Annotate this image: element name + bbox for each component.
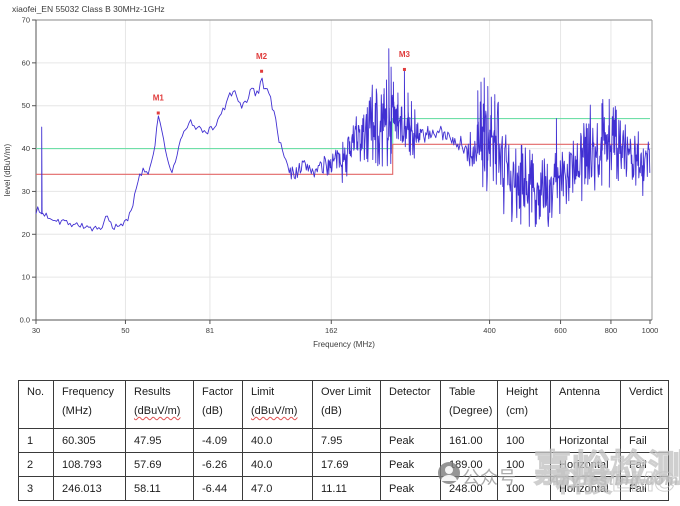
table-cell: Fail (621, 429, 669, 453)
table-cell: 58.11 (126, 477, 194, 501)
x-tick-label: 800 (605, 326, 618, 335)
x-tick-label: 162 (325, 326, 338, 335)
table-cell: 47.0 (243, 477, 313, 501)
x-axis-label: Frequency (MHz) (313, 340, 375, 349)
marker-label-M2: M2 (256, 52, 268, 61)
table-cell: Horizontal (551, 477, 621, 501)
y-tick-label: 0.0 (20, 316, 30, 325)
header-frequency: Frequency(MHz) (54, 381, 126, 429)
table-cell: 40.0 (243, 453, 313, 477)
table-cell: 248.00 (441, 477, 498, 501)
table-cell: 100 (498, 453, 551, 477)
table-cell: 189.00 (441, 453, 498, 477)
chart-title: xiaofei_EN 55032 Class B 30MHz-1GHz (12, 4, 165, 14)
y-axis-label: level (dBuV/m) (3, 143, 12, 196)
marker-dot-M2 (260, 70, 263, 73)
table-cell: Peak (381, 477, 441, 501)
table-cell: 1 (19, 429, 54, 453)
x-tick-label: 50 (121, 326, 129, 335)
y-tick-label: 50 (22, 101, 30, 110)
table-cell: 60.305 (54, 429, 126, 453)
table-cell: -6.44 (194, 477, 243, 501)
table-cell: 17.69 (313, 453, 381, 477)
header-detector: Detector (381, 381, 441, 429)
header-limit: Limit(dBuV/m) (243, 381, 313, 429)
header-verdict: Verdict (621, 381, 669, 429)
header-factor: Factor(dB) (194, 381, 243, 429)
table-cell: 246.013 (54, 477, 126, 501)
y-tick-label: 40 (22, 144, 30, 153)
y-tick-label: 70 (22, 16, 30, 25)
y-tick-label: 60 (22, 58, 30, 67)
header-height: Height(cm) (498, 381, 551, 429)
results-table: No. Frequency(MHz)Results(dBuV/m)Factor(… (18, 380, 669, 501)
y-tick-label: 30 (22, 187, 30, 196)
x-tick-label: 600 (554, 326, 567, 335)
marker-dot-M3 (403, 68, 406, 71)
table-cell: -4.09 (194, 429, 243, 453)
y-tick-label: 20 (22, 230, 30, 239)
x-tick-label: 81 (206, 326, 214, 335)
table-cell: 2 (19, 453, 54, 477)
table-cell: -6.26 (194, 453, 243, 477)
table-cell: Fail (621, 477, 669, 501)
results-table-header: No. Frequency(MHz)Results(dBuV/m)Factor(… (19, 381, 669, 429)
header-antenna: Antenna (551, 381, 621, 429)
header-no: No. (19, 381, 54, 429)
emi-spectrum-chart: 706050403020100.03050811624006008001000F… (0, 0, 680, 362)
header-over-limit: Over Limit(dB) (313, 381, 381, 429)
table-cell: 11.11 (313, 477, 381, 501)
table-cell: 7.95 (313, 429, 381, 453)
table-cell: Peak (381, 429, 441, 453)
header-results: Results(dBuV/m) (126, 381, 194, 429)
table-cell: 161.00 (441, 429, 498, 453)
table-cell: 100 (498, 477, 551, 501)
table-cell: 3 (19, 477, 54, 501)
y-tick-label: 10 (22, 273, 30, 282)
header-table: Table(Degree) (441, 381, 498, 429)
table-row: 2108.79357.69-6.2640.017.69Peak189.00100… (19, 453, 669, 477)
marker-dot-M1 (157, 112, 160, 115)
table-cell: 100 (498, 429, 551, 453)
table-cell: Horizontal (551, 453, 621, 477)
table-row: 160.30547.95-4.0940.07.95Peak161.00100Ho… (19, 429, 669, 453)
emc-test-report: xiaofei_EN 55032 Class B 30MHz-1GHz 70 60… (0, 0, 680, 506)
table-cell: Peak (381, 453, 441, 477)
marker-label-M1: M1 (153, 94, 165, 103)
marker-label-M3: M3 (399, 50, 411, 59)
x-tick-label: 1000 (642, 326, 659, 335)
table-cell: Horizontal (551, 429, 621, 453)
table-cell: 57.69 (126, 453, 194, 477)
spectrum-trace (36, 49, 650, 231)
x-tick-label: 400 (483, 326, 496, 335)
table-cell: 47.95 (126, 429, 194, 453)
x-tick-label: 30 (32, 326, 40, 335)
table-row: 3246.01358.11-6.4447.011.11Peak248.00100… (19, 477, 669, 501)
table-cell: Fail (621, 453, 669, 477)
table-cell: 40.0 (243, 429, 313, 453)
table-cell: 108.793 (54, 453, 126, 477)
